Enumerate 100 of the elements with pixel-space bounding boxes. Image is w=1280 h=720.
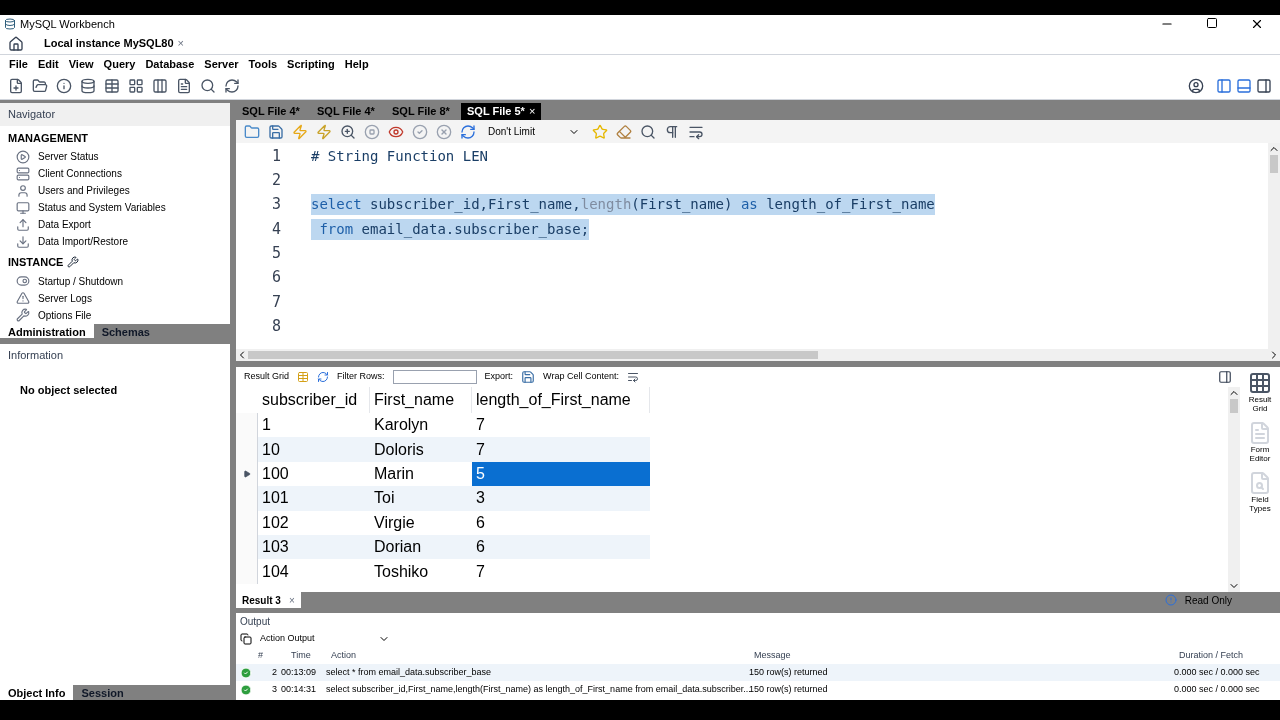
navigator-item[interactable]: Server Status xyxy=(0,148,230,165)
navigator-item[interactable]: Status and System Variables xyxy=(0,199,230,216)
table-cell-text: 7 xyxy=(475,415,486,436)
column-header[interactable]: First_name xyxy=(370,387,472,413)
navigator-item[interactable]: Client Connections xyxy=(0,165,230,182)
table-cell: 5 xyxy=(472,461,650,487)
window-title: MySQL Workbench xyxy=(20,16,115,32)
table-cell-text: 6 xyxy=(475,512,486,533)
vertical-scrollbar[interactable] xyxy=(1268,143,1280,349)
line-number: 6 xyxy=(270,267,281,289)
table-cell-text: 150 row(s) returned xyxy=(749,682,829,696)
panel-tab[interactable]: Session xyxy=(73,685,132,700)
menu-item[interactable]: File xyxy=(4,55,33,73)
open-file-icon[interactable] xyxy=(244,123,260,140)
editor-tab[interactable]: SQL File 4* xyxy=(236,103,311,120)
horizontal-scrollbar[interactable] xyxy=(236,349,1280,361)
read-only-status: Read Only xyxy=(1184,593,1232,608)
new-sql-file-icon[interactable] xyxy=(8,78,24,94)
grid-scrollbar[interactable] xyxy=(1228,387,1240,592)
scroll-thumb[interactable] xyxy=(1230,399,1238,413)
search-icon[interactable] xyxy=(200,78,216,94)
navigator-item[interactable]: Server Logs xyxy=(0,289,230,307)
menu-item[interactable]: Query xyxy=(98,55,141,73)
table-cell-text: 3 xyxy=(271,682,278,696)
result-tab[interactable]: Result 3 × xyxy=(236,592,301,608)
sidebar-toggle-icon[interactable] xyxy=(1216,78,1232,94)
refresh-icon[interactable] xyxy=(317,371,329,383)
navigator-item[interactable]: Options File xyxy=(0,306,230,324)
user-icon xyxy=(16,183,30,198)
column-header[interactable]: length_of_First_name xyxy=(472,387,650,413)
column-header[interactable]: subscriber_id xyxy=(258,387,370,413)
output-toggle-icon[interactable] xyxy=(1236,78,1252,94)
table-cell-text: 0.000 sec / 0.000 sec xyxy=(1174,682,1261,696)
limit-dropdown[interactable]: Don't Limit xyxy=(484,124,584,139)
table-cell-text: 7 xyxy=(475,439,486,460)
menu-item[interactable]: Edit xyxy=(32,55,64,73)
settings-icon[interactable] xyxy=(1188,78,1204,94)
menu-item[interactable]: Server xyxy=(199,55,244,73)
line-number: 5 xyxy=(270,243,281,265)
empty-message: No object selected xyxy=(19,383,119,398)
menu-item[interactable]: Help xyxy=(339,55,374,73)
table-cell-text: select subscriber_id,First_name,length(First_name) as length_of_First_name from email_data.subscriber... xyxy=(326,682,749,696)
view-switch-button[interactable]: Form Editor xyxy=(1242,421,1278,463)
view-switch-button[interactable]: Result Grid xyxy=(1242,371,1278,413)
output-column-header[interactable]: Message xyxy=(754,649,1179,663)
output-column-header[interactable]: # xyxy=(236,649,291,663)
table-cell-text: Marin xyxy=(373,463,415,484)
table-cell-text: 102 xyxy=(261,512,290,533)
output-column-header[interactable]: Time xyxy=(291,649,331,663)
panel-toggle-icon[interactable] xyxy=(1218,370,1232,384)
output-column-header[interactable]: Action xyxy=(331,649,754,663)
home-icon[interactable] xyxy=(8,35,24,52)
maximize-icon[interactable] xyxy=(1206,17,1218,29)
filter-field[interactable] xyxy=(392,370,477,384)
code-line: # String Function LEN xyxy=(311,146,488,166)
table-cell-text: 101 xyxy=(261,488,290,509)
table-cell-text: Virgie xyxy=(373,512,416,533)
table-cell-text: 1 xyxy=(261,415,272,436)
open-sql-file-icon[interactable] xyxy=(32,78,48,94)
grid-layout-icon[interactable] xyxy=(297,371,309,383)
warning-icon xyxy=(16,291,30,305)
table-cell-text: 150 row(s) returned xyxy=(749,665,829,679)
navigator-item[interactable]: Data Export xyxy=(0,216,230,233)
upload-icon xyxy=(16,217,30,232)
editor-tab[interactable]: SQL File 8* xyxy=(386,103,461,120)
close-icon[interactable] xyxy=(1250,17,1264,31)
section-heading: MANAGEMENT xyxy=(8,130,89,146)
field-types-icon xyxy=(1248,471,1272,495)
output-column-header[interactable]: Duration / Fetch xyxy=(1179,649,1279,663)
save-icon[interactable] xyxy=(268,123,284,140)
editor-tab[interactable]: SQL File 5* × xyxy=(461,103,542,120)
panel-tab[interactable]: Object Info xyxy=(0,685,74,700)
copy-icon xyxy=(240,633,252,645)
section-heading: INSTANCE xyxy=(8,255,64,270)
search-icon[interactable] xyxy=(640,123,656,140)
connection-tab[interactable]: Local instance MySQL80 × xyxy=(44,35,185,52)
output-mode-dropdown[interactable]: Action Output xyxy=(236,630,1280,648)
stop-icon[interactable] xyxy=(364,123,380,140)
secondary-sidebar-toggle-icon[interactable] xyxy=(1256,78,1272,94)
menu-item[interactable]: View xyxy=(63,55,99,73)
result-grid-label[interactable]: Result Grid xyxy=(244,370,289,384)
download-icon xyxy=(16,234,30,249)
editor-tab[interactable]: SQL File 4* xyxy=(311,103,386,120)
menu-item[interactable]: Tools xyxy=(243,55,283,73)
navigator-item[interactable]: Startup / Shutdown xyxy=(0,272,230,290)
switch-icon xyxy=(16,274,30,288)
navigator-item[interactable]: Users and Privileges xyxy=(0,182,230,199)
table-cell-text: Doloris xyxy=(373,439,425,460)
menu-item[interactable]: Database xyxy=(140,55,200,73)
menu-item[interactable]: Scripting xyxy=(282,55,340,73)
navigator-item[interactable]: Data Import/Restore xyxy=(0,233,230,250)
wrap-cell-icon[interactable] xyxy=(626,371,639,383)
view-switch-button[interactable]: Field Types xyxy=(1242,471,1278,513)
app-logo-icon xyxy=(4,18,16,30)
table-cell-text: 2 xyxy=(271,665,278,679)
scroll-thumb[interactable] xyxy=(248,351,818,359)
export-icon[interactable] xyxy=(521,370,536,384)
output-header: Output xyxy=(239,615,272,629)
scroll-thumb[interactable] xyxy=(1270,155,1278,173)
current-row-icon xyxy=(242,469,251,478)
